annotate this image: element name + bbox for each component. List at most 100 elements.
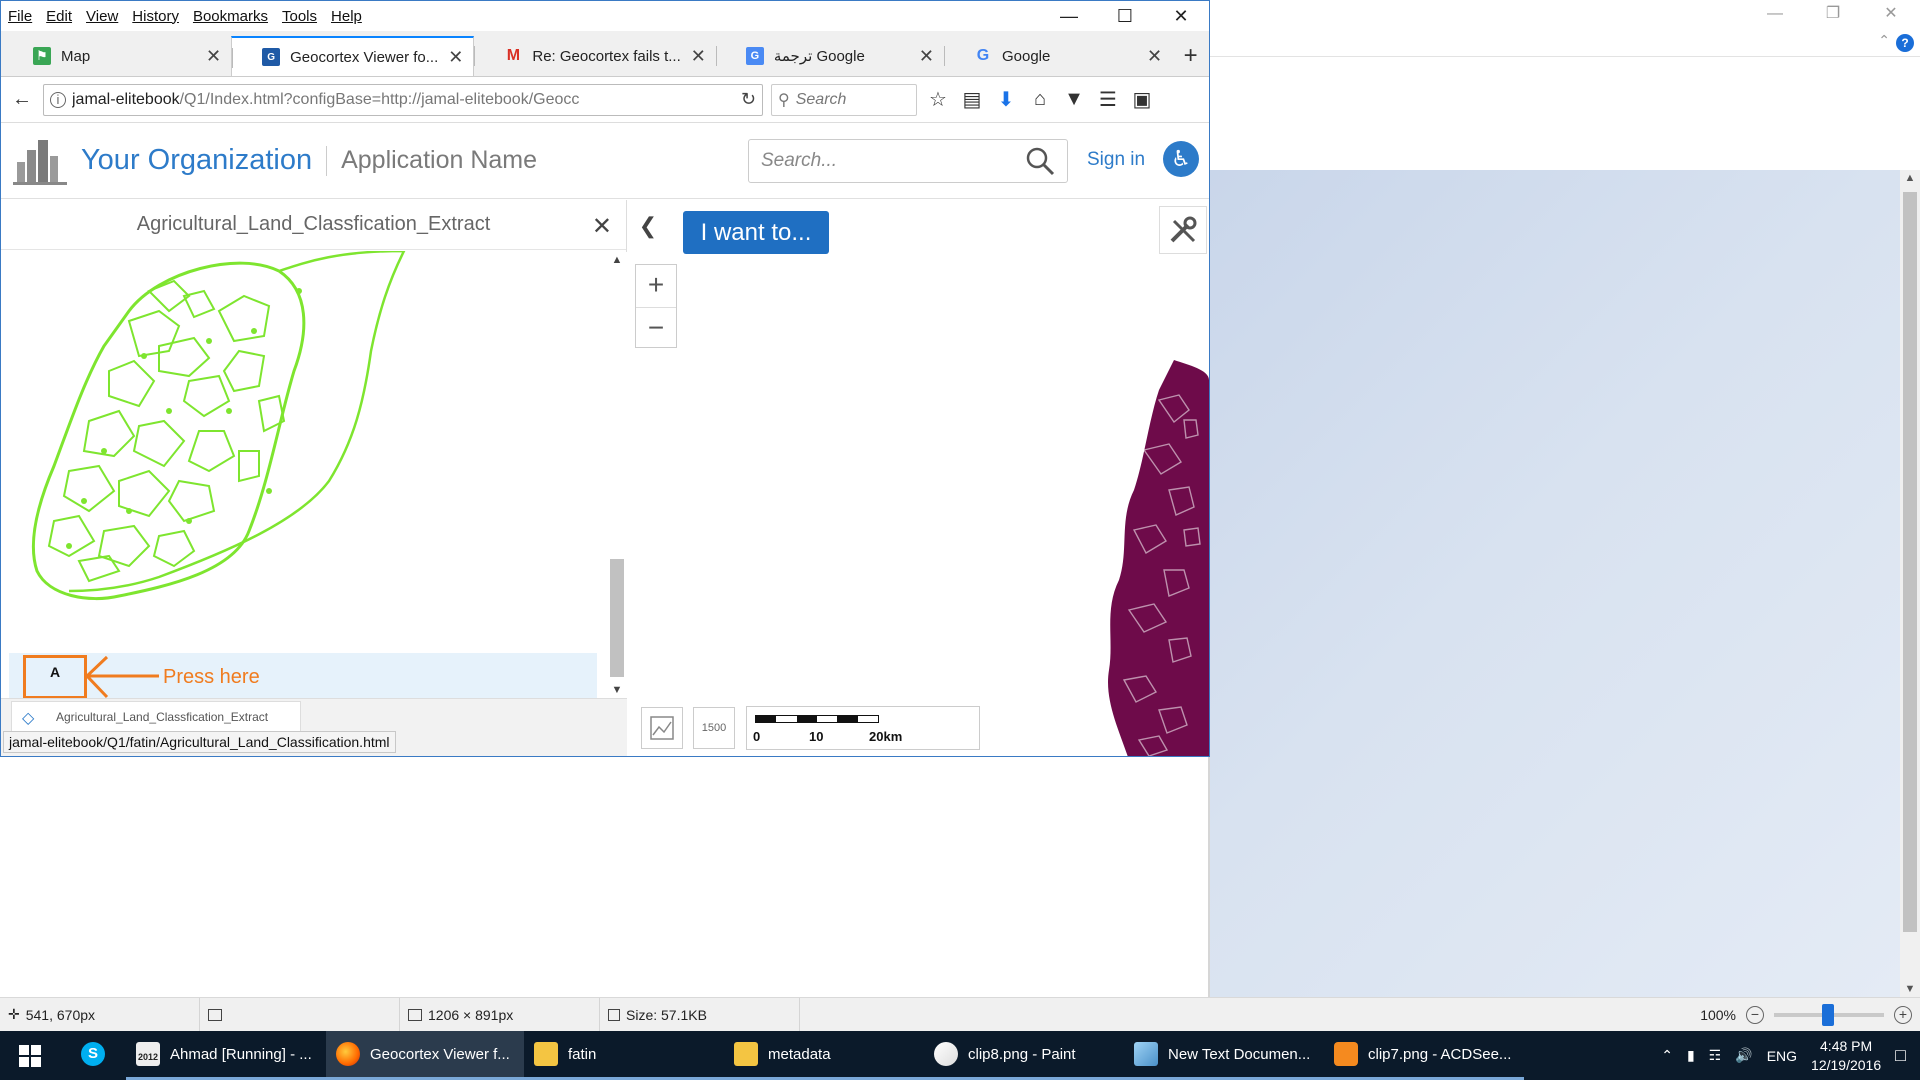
taskbar-acdsee[interactable]: clip7.png - ACDSee... <box>1324 1031 1524 1080</box>
menu-hamburger-icon[interactable]: ☰ <box>1095 87 1121 113</box>
tab-google-translate[interactable]: G ترجمة Google ✕ <box>715 36 944 76</box>
extension-icon[interactable]: ▣ <box>1129 87 1155 113</box>
reload-icon[interactable]: ↻ <box>741 89 756 110</box>
tab-close-icon[interactable]: ✕ <box>1147 46 1162 67</box>
pocket-icon[interactable]: ▼ <box>1061 87 1087 113</box>
restore-icon[interactable]: ❐ <box>1804 0 1862 30</box>
url-bar[interactable]: i jamal-elitebook/Q1/Index.html?configBa… <box>43 83 763 116</box>
layer-list-item[interactable]: ◇ Agricultural_Land_Classfication_Extrac… <box>11 701 301 735</box>
tab-close-icon[interactable]: ✕ <box>691 46 706 67</box>
notepad-icon <box>1134 1042 1158 1066</box>
tools-icon[interactable] <box>1159 206 1207 254</box>
tab-map[interactable]: ⚑ Map ✕ <box>3 36 231 76</box>
scroll-thumb[interactable] <box>610 559 624 677</box>
taskbar-virtualbox[interactable]: 2012 Ahmad [Running] - ... <box>126 1031 326 1080</box>
organization-name[interactable]: Your Organization <box>81 144 312 177</box>
scale-label-20km: 20km <box>869 729 903 744</box>
close-icon[interactable]: ✕ <box>1153 1 1209 31</box>
navigation-toolbar: ← i jamal-elitebook/Q1/Index.html?config… <box>1 77 1209 123</box>
menu-file[interactable]: File <box>1 8 39 25</box>
taskbar-skype[interactable]: S <box>60 1031 126 1080</box>
paint-icon <box>934 1042 958 1066</box>
help-icon[interactable]: ? <box>1896 34 1914 52</box>
back-icon[interactable]: ← <box>9 87 35 113</box>
menu-edit[interactable]: Edit <box>39 8 79 25</box>
sign-in-link[interactable]: Sign in <box>1087 149 1145 171</box>
scroll-down-icon[interactable]: ▼ <box>607 684 627 696</box>
file-size: Size: 57.1KB <box>600 998 800 1031</box>
language-indicator[interactable]: ENG <box>1767 1048 1797 1064</box>
minimize-icon[interactable]: — <box>1746 0 1804 30</box>
taskbar-folder-metadata[interactable]: metadata <box>724 1031 924 1080</box>
scale-label-10: 10 <box>809 729 824 744</box>
taskbar-folder-fatin[interactable]: fatin <box>524 1031 724 1080</box>
tab-close-icon[interactable]: ✕ <box>919 46 934 67</box>
tray-chevron-up-icon[interactable]: ⌃ <box>1661 1047 1673 1064</box>
clock[interactable]: 4:48 PM 12/19/2016 <box>1811 1037 1881 1075</box>
main-map[interactable]: ❮ I want to... + − 1500 0 10 20km <box>629 200 1209 756</box>
tab-close-icon[interactable]: ✕ <box>448 47 463 68</box>
panel-close-icon[interactable]: ✕ <box>592 212 612 241</box>
gmail-icon: M <box>506 47 521 64</box>
scroll-down-icon[interactable]: ▼ <box>1900 983 1920 995</box>
annotation-label: Press here <box>163 666 260 688</box>
overview-map-button[interactable] <box>641 707 683 749</box>
windows-logo-icon <box>19 1044 41 1067</box>
selection-icon <box>208 1008 222 1021</box>
firefox-window: File Edit View History Bookmarks Tools H… <box>0 0 1210 757</box>
download-icon[interactable]: ⬇ <box>993 87 1019 113</box>
annotation-arrow-icon <box>84 655 159 699</box>
map-zoom-out-button[interactable]: − <box>636 307 676 349</box>
tab-geocortex-viewer[interactable]: G Geocortex Viewer fo... ✕ <box>231 36 475 76</box>
new-tab-button[interactable]: + <box>1172 36 1209 76</box>
zoom-out-icon[interactable]: − <box>1746 1006 1764 1024</box>
chevron-up-icon[interactable]: ⌃ <box>1878 32 1890 49</box>
accessibility-icon[interactable]: ♿ <box>1163 141 1199 177</box>
menu-bookmarks[interactable]: Bookmarks <box>186 8 275 25</box>
app-search-input[interactable]: Search... <box>748 139 1068 183</box>
chevron-left-icon[interactable]: ❮ <box>633 208 663 244</box>
scroll-up-icon[interactable]: ▲ <box>607 254 627 266</box>
panel-title: Agricultural_Land_Classfication_Extract … <box>1 200 626 250</box>
home-icon[interactable]: ⌂ <box>1027 87 1053 113</box>
minimize-icon[interactable]: — <box>1041 1 1097 31</box>
maximize-icon[interactable]: ☐ <box>1097 1 1153 31</box>
bookmark-star-icon[interactable]: ☆ <box>925 87 951 113</box>
taskbar-notepad[interactable]: New Text Documen... <box>1124 1031 1324 1080</box>
annotation-box-a[interactable]: A <box>23 655 87 699</box>
volume-icon[interactable]: 🔊 <box>1735 1047 1752 1064</box>
scale-input-button[interactable]: 1500 <box>693 707 735 749</box>
start-button[interactable] <box>0 1031 60 1080</box>
tab-google[interactable]: G Google ✕ <box>943 36 1172 76</box>
organization-logo-icon <box>13 139 67 185</box>
wifi-icon[interactable]: ☶ <box>1709 1047 1722 1064</box>
taskbar-firefox[interactable]: Geocortex Viewer f... <box>326 1031 524 1080</box>
menu-history[interactable]: History <box>125 8 186 25</box>
scroll-thumb[interactable] <box>1903 192 1917 932</box>
browser-search-field[interactable]: ⚲ Search <box>771 83 917 116</box>
search-icon[interactable] <box>1025 146 1055 176</box>
zoom-slider[interactable] <box>1774 1004 1884 1026</box>
viewer-vertical-scrollbar[interactable]: ▲ ▼ <box>1900 170 1920 997</box>
bookmarks-library-icon[interactable]: ▤ <box>959 87 985 113</box>
crosshair-icon: ✛ <box>8 1006 20 1022</box>
close-icon[interactable]: ✕ <box>1862 0 1920 30</box>
menu-help[interactable]: Help <box>324 8 369 25</box>
zoom-in-icon[interactable]: + <box>1894 1006 1912 1024</box>
panel-vertical-scrollbar[interactable]: ▲ ▼ <box>607 252 627 698</box>
notifications-icon[interactable]: □ <box>1895 1045 1906 1066</box>
scroll-up-icon[interactable]: ▲ <box>1900 172 1920 184</box>
folder-icon <box>734 1042 758 1066</box>
tab-gmail[interactable]: M Re: Geocortex fails t... ✕ <box>474 36 715 76</box>
i-want-to-button[interactable]: I want to... <box>683 211 829 254</box>
tab-close-icon[interactable]: ✕ <box>206 46 221 67</box>
map-zoom-in-button[interactable]: + <box>636 265 676 307</box>
zoom-slider-thumb[interactable] <box>1822 1004 1834 1026</box>
virtualbox-icon: 2012 <box>136 1042 160 1066</box>
url-text[interactable]: jamal-elitebook/Q1/Index.html?configBase… <box>72 91 735 109</box>
taskbar-paint[interactable]: clip8.png - Paint <box>924 1031 1124 1080</box>
menu-view[interactable]: View <box>79 8 125 25</box>
info-icon[interactable]: i <box>50 91 66 108</box>
battery-icon[interactable]: ▮ <box>1687 1047 1695 1064</box>
menu-tools[interactable]: Tools <box>275 8 324 25</box>
